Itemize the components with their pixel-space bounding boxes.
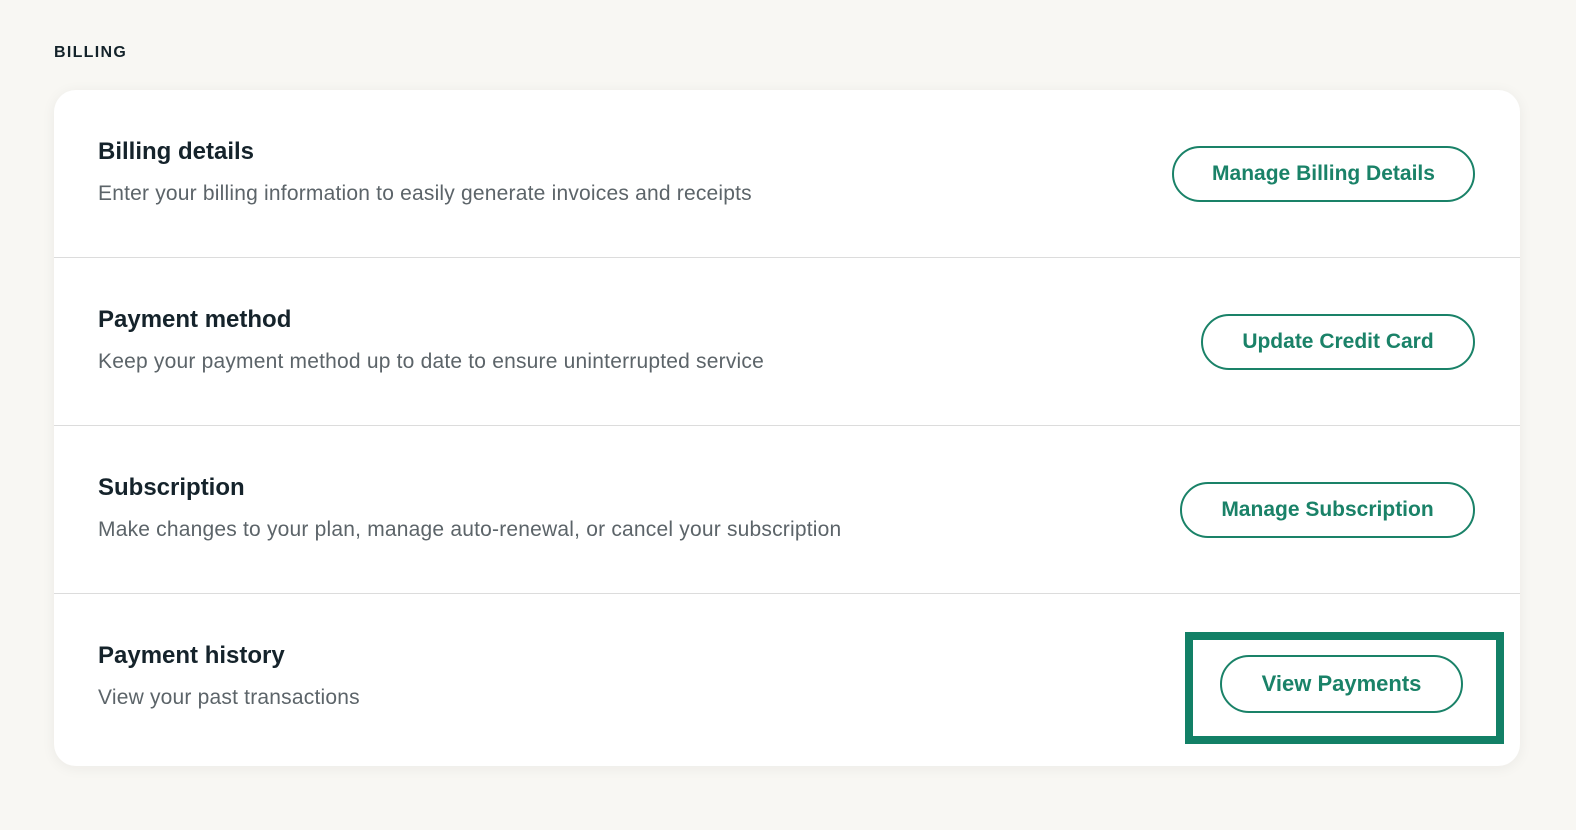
subscription-title: Subscription bbox=[98, 474, 245, 501]
billing-details-title: Billing details bbox=[98, 138, 255, 165]
payment-method-title: Payment method bbox=[98, 306, 292, 333]
payment-method-row: Payment method Keep your payment method … bbox=[54, 258, 1520, 426]
subscription-description: Make changes to your plan, manage auto-r… bbox=[98, 518, 842, 541]
billing-details-description: Enter your billing information to easily… bbox=[98, 182, 752, 205]
subscription-row: Subscription Make changes to your plan, … bbox=[54, 426, 1520, 594]
view-payments-button[interactable]: View Payments bbox=[1220, 655, 1463, 713]
payment-method-description: Keep your payment method up to date to e… bbox=[98, 350, 764, 373]
update-credit-card-button[interactable]: Update Credit Card bbox=[1201, 314, 1475, 370]
payment-history-description: View your past transactions bbox=[98, 686, 360, 709]
payment-history-title: Payment history bbox=[98, 642, 285, 669]
billing-section-heading: BILLING bbox=[54, 44, 128, 61]
manage-subscription-button[interactable]: Manage Subscription bbox=[1180, 482, 1475, 538]
manage-billing-details-button[interactable]: Manage Billing Details bbox=[1172, 146, 1475, 202]
billing-details-row: Billing details Enter your billing infor… bbox=[54, 90, 1520, 258]
